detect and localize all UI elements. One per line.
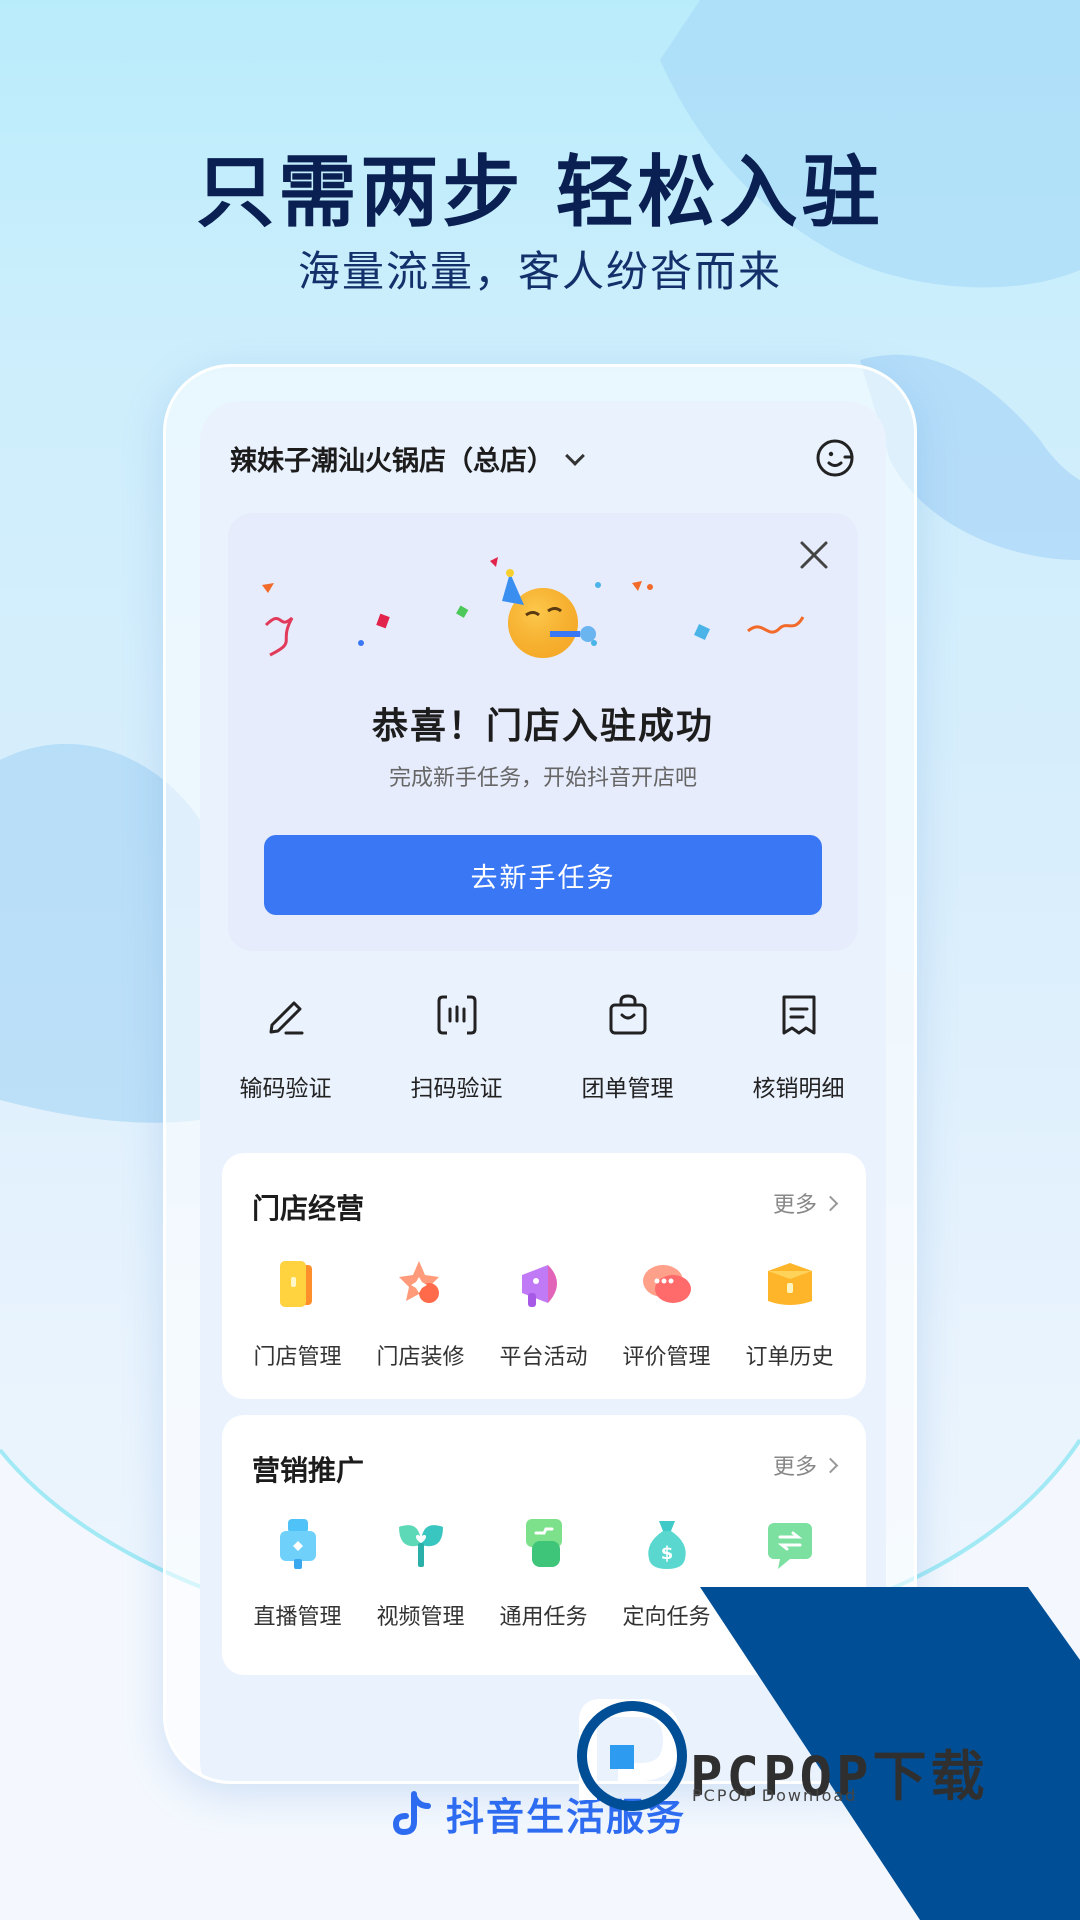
pencil-icon bbox=[269, 1001, 304, 1035]
grid-item-label: 平台活动 bbox=[499, 1345, 588, 1370]
task-icon bbox=[526, 1519, 562, 1567]
quick-actions: 输码验证 扫码验证 团单管理 核销明细 bbox=[200, 991, 886, 1111]
quick-action-label: 输码验证 bbox=[239, 1076, 332, 1102]
panel-title: 门店经营 bbox=[252, 1192, 365, 1225]
subline: 海量流量，客人纷沓而来 bbox=[297, 247, 782, 296]
douyin-logo-icon bbox=[392, 1790, 431, 1835]
start-tasks-button[interactable]: 去新手任务 bbox=[264, 835, 822, 915]
more-link[interactable]: 更多 bbox=[772, 1449, 839, 1481]
grid-item-label: 视频管理 bbox=[376, 1605, 465, 1630]
grid-item-store-decoration[interactable]: 门店装修 bbox=[359, 1255, 482, 1385]
grid-item-general-task[interactable]: 通用任务 bbox=[482, 1515, 605, 1645]
more-label: 更多 bbox=[772, 1455, 817, 1480]
app-screen: 辣妹子潮汕火锅店（总店） 恭喜！门店入驻成功 完成新手任务，开始抖音开店吧 去新… bbox=[200, 401, 886, 1781]
panel-title: 营销推广 bbox=[252, 1454, 365, 1487]
phone-mockup: 辣妹子潮汕火锅店（总店） 恭喜！门店入驻成功 完成新手任务，开始抖音开店吧 去新… bbox=[163, 364, 917, 1784]
chevron-right-icon bbox=[822, 1195, 839, 1211]
comment-icon bbox=[643, 1265, 691, 1303]
megaphone-icon bbox=[522, 1265, 557, 1307]
grid-item-exchange[interactable] bbox=[728, 1515, 851, 1645]
more-label: 更多 bbox=[772, 1193, 817, 1218]
grid-item-store-management[interactable]: 门店管理 bbox=[236, 1255, 359, 1385]
store-icon bbox=[280, 1261, 312, 1307]
grid-item-platform-activity[interactable]: 平台活动 bbox=[482, 1255, 605, 1385]
grid-item-order-history[interactable]: 订单历史 bbox=[728, 1255, 851, 1385]
party-face-emoji bbox=[502, 569, 596, 658]
quick-action-code-verify[interactable]: 输码验证 bbox=[200, 991, 371, 1111]
store-selector[interactable]: 辣妹子潮汕火锅店（总店） bbox=[230, 439, 585, 478]
grid-item-label: 门店管理 bbox=[253, 1345, 342, 1370]
svg-text:$: $ bbox=[661, 1543, 674, 1564]
quick-action-scan-verify[interactable]: 扫码验证 bbox=[371, 991, 542, 1111]
success-subtitle: 完成新手任务，开始抖音开店吧 bbox=[388, 766, 697, 791]
money-bag-icon: $ bbox=[648, 1521, 686, 1569]
grid-item-video-management[interactable]: 视频管理 bbox=[359, 1515, 482, 1645]
order-icon bbox=[768, 1263, 812, 1305]
grid-item-targeted-task[interactable]: $ 定向任务 bbox=[605, 1515, 728, 1645]
grid-item-label: 门店装修 bbox=[376, 1345, 465, 1370]
marketing-grid: 直播管理 视频管理 通用任务 $ 定向任务 bbox=[236, 1515, 851, 1645]
footer-brand: 抖音生活服务 bbox=[390, 1786, 686, 1841]
scan-icon bbox=[437, 995, 477, 1035]
success-card: 恭喜！门店入驻成功 完成新手任务，开始抖音开店吧 去新手任务 bbox=[228, 513, 858, 951]
live-icon bbox=[280, 1519, 316, 1569]
shopping-bag-icon bbox=[609, 994, 647, 1035]
watermark-subtext: PCPOP Download bbox=[692, 1786, 858, 1805]
receipt-icon bbox=[782, 995, 816, 1035]
decoration-icon bbox=[399, 1261, 439, 1303]
store-operations-panel: 门店经营 更多 门店管理 门店装修 平台活动 评价管理 订单历史 bbox=[222, 1153, 866, 1399]
grid-item-label: 订单历史 bbox=[745, 1345, 834, 1370]
exchange-icon bbox=[768, 1523, 812, 1569]
quick-action-redemption-detail[interactable]: 核销明细 bbox=[713, 991, 884, 1111]
celebration-illustration bbox=[262, 557, 805, 658]
brand-name: 抖音生活服务 bbox=[446, 1795, 687, 1839]
more-link[interactable]: 更多 bbox=[772, 1187, 839, 1219]
grid-item-label: 直播管理 bbox=[253, 1605, 342, 1630]
quick-action-label: 团单管理 bbox=[581, 1076, 674, 1102]
quick-action-group-orders[interactable]: 团单管理 bbox=[542, 991, 713, 1111]
store-ops-grid: 门店管理 门店装修 平台活动 评价管理 订单历史 bbox=[236, 1255, 851, 1385]
chevron-right-icon bbox=[822, 1457, 839, 1473]
store-name: 辣妹子潮汕火锅店（总店） bbox=[230, 446, 554, 477]
grid-item-label: 定向任务 bbox=[622, 1605, 711, 1630]
success-title: 恭喜！门店入驻成功 bbox=[371, 706, 714, 747]
quick-action-label: 扫码验证 bbox=[410, 1076, 503, 1102]
grid-item-live-management[interactable]: 直播管理 bbox=[236, 1515, 359, 1645]
customer-service-icon[interactable] bbox=[814, 437, 856, 479]
grid-item-label: 评价管理 bbox=[622, 1345, 711, 1370]
chevron-down-icon bbox=[565, 445, 585, 466]
grid-item-review-management[interactable]: 评价管理 bbox=[605, 1255, 728, 1385]
marketing-panel: 营销推广 更多 直播管理 视频管理 通用任务 $ 定向任务 bbox=[222, 1415, 866, 1675]
video-icon bbox=[399, 1525, 443, 1567]
grid-item-label: 通用任务 bbox=[499, 1605, 588, 1630]
headline: 只需两步 轻松入驻 bbox=[196, 148, 884, 238]
quick-action-label: 核销明细 bbox=[752, 1076, 845, 1102]
